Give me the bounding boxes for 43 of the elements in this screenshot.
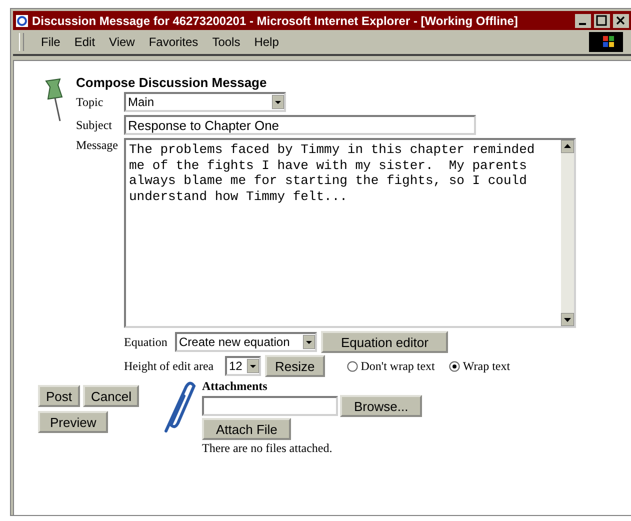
subject-field[interactable]: Response to Chapter One <box>124 115 476 135</box>
edit-height-dropdown[interactable]: 12 <box>225 356 261 376</box>
form-heading: Compose Discussion Message <box>76 75 268 90</box>
action-button[interactable]: Post <box>38 385 80 407</box>
message-textarea[interactable]: The problems faced by Timmy in this chapter reminded me of the fights I have with my sister. My parents always blame me for starting the fights, so I could understand how Timmy felt... <box>124 138 576 328</box>
menu-item[interactable]: Edit <box>67 35 102 49</box>
attach-file-button[interactable]: Attach File <box>202 418 292 440</box>
radio-button[interactable] <box>346 360 358 372</box>
resize-button[interactable]: Resize <box>265 355 325 377</box>
minimize-icon[interactable] <box>575 14 591 28</box>
scroll-down-icon[interactable] <box>561 313 574 326</box>
topic-label: Topic <box>76 94 104 110</box>
file-path-field[interactable] <box>202 396 338 416</box>
close-icon[interactable] <box>613 14 629 28</box>
subject-label: Subject <box>76 118 113 132</box>
radio-button[interactable] <box>448 360 460 372</box>
action-button[interactable]: Preview <box>38 411 108 433</box>
scroll-up-icon[interactable] <box>561 140 574 153</box>
action-button[interactable]: Cancel <box>83 385 140 407</box>
maximize-icon[interactable] <box>594 14 610 28</box>
windows-logo-icon <box>589 32 623 52</box>
message-label: Message <box>76 138 119 153</box>
topic-dropdown[interactable]: Main <box>124 92 286 112</box>
window-title: Discussion Message for 46273200201 - Microsoft Internet Explorer - [Working Offline] <box>32 14 519 28</box>
browse-button[interactable]: Browse... <box>340 395 422 417</box>
radio-label: Don't wrap text <box>360 358 435 374</box>
attachments-status: There are no files attached. <box>202 441 334 456</box>
attachments-heading: Attachments <box>202 379 268 394</box>
scrollbar[interactable] <box>561 140 574 326</box>
menu-item[interactable]: Help <box>247 35 286 49</box>
menu-item[interactable]: File <box>34 35 68 49</box>
dropdown-arrow-icon[interactable] <box>303 335 315 349</box>
menu-item[interactable]: Tools <box>205 35 248 49</box>
dropdown-arrow-icon[interactable] <box>272 95 284 109</box>
menu-item[interactable]: Favorites <box>142 35 206 49</box>
browser-icon <box>15 14 29 28</box>
edit-height-label: Height of edit area <box>124 358 215 374</box>
equation-editor-button[interactable]: Equation editor <box>321 331 448 353</box>
menu-item[interactable]: View <box>102 35 142 49</box>
equation-dropdown[interactable]: Create new equation <box>175 332 317 352</box>
equation-label: Equation <box>124 334 168 350</box>
dropdown-arrow-icon[interactable] <box>247 359 259 373</box>
radio-label: Wrap text <box>462 358 510 374</box>
